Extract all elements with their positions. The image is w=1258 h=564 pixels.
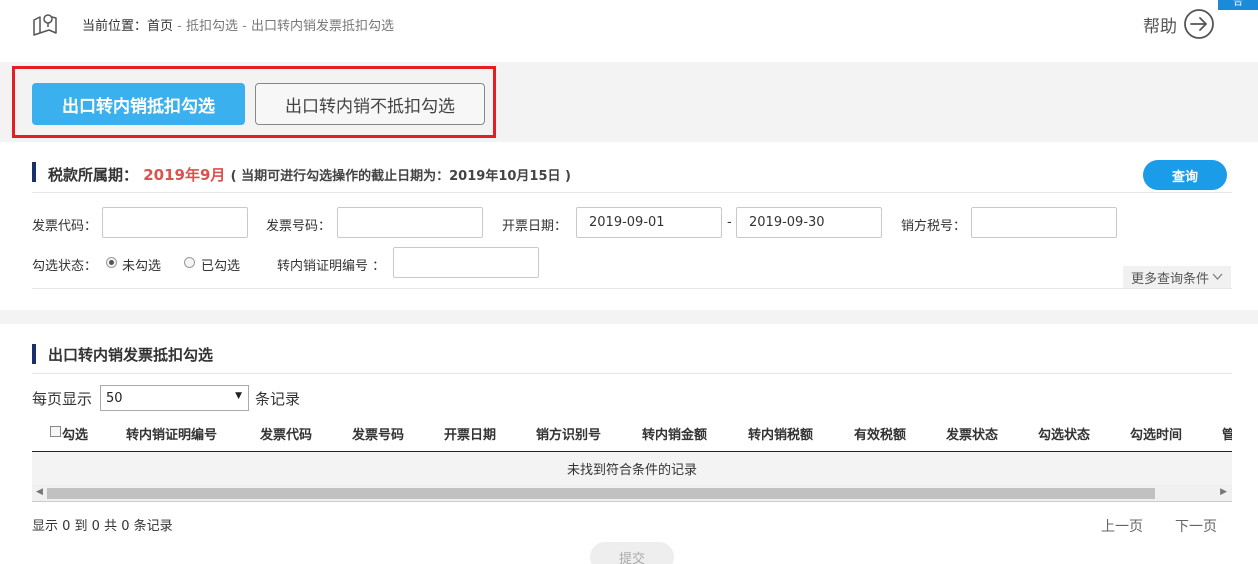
arrow-right-circle-icon: [1184, 9, 1214, 39]
column-header[interactable]: 发票状态: [946, 424, 998, 443]
date-range-dash: -: [727, 215, 732, 230]
help-label: 帮助: [1143, 16, 1177, 37]
tax-period-heading: 税款所属期： 2019年9月 ( 当期可进行勾选操作的截止日期为：2019年10…: [48, 164, 571, 185]
breadcrumb: 当前位置：首页 - 抵扣勾选 - 出口转内销发票抵扣勾选: [82, 15, 394, 34]
divider: [32, 192, 1232, 193]
status-selected-radio[interactable]: [184, 257, 195, 268]
empty-table-row: 未找到符合条件的记录: [32, 452, 1232, 485]
select-all-checkbox[interactable]: [50, 426, 61, 437]
invoice-code-label: 发票代码：: [32, 219, 98, 234]
cert-number-input[interactable]: [393, 247, 539, 278]
tabs-band: 出口转内销抵扣勾选 出口转内销不抵扣勾选: [0, 62, 1258, 142]
submit-button[interactable]: 提交: [590, 542, 674, 564]
chevron-down-icon: [1212, 273, 1223, 280]
column-header[interactable]: 发票代码: [260, 424, 312, 443]
seller-tax-label: 销方税号：: [901, 219, 967, 234]
breadcrumb-separator: -: [173, 19, 186, 34]
section-marker: [32, 344, 36, 364]
column-header[interactable]: 销方识别号: [536, 424, 601, 443]
per-page-select[interactable]: 50 ▼: [100, 385, 249, 411]
status-unselected-label: 未勾选: [122, 259, 162, 274]
column-header[interactable]: 勾选时间: [1130, 424, 1182, 443]
tab-no-deduct-select[interactable]: 出口转内销不抵扣勾选: [255, 83, 485, 125]
table-header: 勾选 转内销证明编号 发票代码 发票号码 开票日期 销方识别号 转内销金额 转内…: [32, 420, 1232, 450]
select-caret-icon: ▼: [235, 391, 242, 401]
results-title: 出口转内销发票抵扣勾选: [48, 346, 214, 364]
corner-tab[interactable]: 合: [1218, 0, 1258, 10]
issue-date-to-input[interactable]: [736, 207, 882, 238]
results-section: 出口转内销发票抵扣勾选 每页显示 50 ▼ 条记录 勾选 转内销证明编号 发票代…: [0, 324, 1258, 564]
scroll-right-icon[interactable]: ▶: [1220, 487, 1227, 497]
map-location-icon: [33, 14, 57, 36]
section-gap: [0, 310, 1258, 324]
next-page-button[interactable]: 下一页: [1175, 516, 1217, 536]
divider: [32, 373, 1232, 374]
seller-tax-input[interactable]: [971, 207, 1117, 238]
breadcrumb-level1[interactable]: 抵扣勾选: [186, 19, 238, 34]
status-selected-label: 已勾选: [201, 259, 241, 274]
scroll-left-icon[interactable]: ◀: [36, 487, 43, 497]
breadcrumb-separator-2: -: [238, 19, 251, 34]
record-info: 显示 0 到 0 共 0 条记录: [32, 519, 173, 534]
section-marker: [32, 162, 36, 182]
cert-number-label: 转内销证明编号 ：: [277, 259, 386, 274]
scrollbar-thumb[interactable]: [47, 488, 1155, 499]
horizontal-scrollbar[interactable]: ◀ ▶: [32, 485, 1232, 502]
per-page-suffix: 条记录: [255, 390, 301, 408]
tax-period-label: 税款所属期：: [48, 166, 139, 184]
query-button[interactable]: 查询: [1143, 160, 1227, 190]
more-conditions-label: 更多查询条件: [1130, 271, 1209, 287]
per-page-prefix: 每页显示: [32, 390, 93, 408]
invoice-code-input[interactable]: [102, 207, 248, 238]
header: 当前位置：首页 - 抵扣勾选 - 出口转内销发票抵扣勾选 帮助 合: [0, 0, 1258, 62]
column-header[interactable]: 转内销金额: [642, 424, 707, 443]
query-section: 税款所属期： 2019年9月 ( 当期可进行勾选操作的截止日期为：2019年10…: [0, 142, 1258, 310]
invoice-number-input[interactable]: [337, 207, 483, 238]
tab-deduct-select[interactable]: 出口转内销抵扣勾选: [32, 83, 245, 125]
issue-date-from-input[interactable]: [576, 207, 722, 238]
breadcrumb-prefix: 当前位置：: [82, 19, 148, 34]
help-button[interactable]: 帮助: [1143, 8, 1215, 40]
issue-date-label: 开票日期：: [502, 219, 568, 234]
column-header[interactable]: 开票日期: [444, 424, 496, 443]
tax-period-note: ( 当期可进行勾选操作的截止日期为：2019年10月15日 ): [230, 169, 571, 184]
per-page-value: 50: [106, 390, 123, 406]
tax-period-value: 2019年9月: [143, 166, 226, 184]
breadcrumb-current: 出口转内销发票抵扣勾选: [250, 19, 394, 34]
column-header: 勾选: [62, 428, 89, 443]
status-unselected-radio[interactable]: [106, 257, 117, 268]
column-header[interactable]: 勾选状态: [1038, 424, 1090, 443]
breadcrumb-home[interactable]: 首页: [147, 19, 173, 34]
column-header[interactable]: 转内销证明编号: [126, 424, 217, 443]
more-conditions-button[interactable]: 更多查询条件: [1123, 266, 1231, 288]
column-header[interactable]: 发票号码: [352, 424, 404, 443]
column-header[interactable]: 管: [1222, 424, 1232, 443]
divider: [32, 288, 1232, 289]
invoice-number-label: 发票号码：: [266, 219, 332, 234]
column-header[interactable]: 转内销税额: [748, 424, 813, 443]
column-header[interactable]: 有效税额: [854, 424, 906, 443]
page: 当前位置：首页 - 抵扣勾选 - 出口转内销发票抵扣勾选 帮助 合 出口转内销抵…: [0, 0, 1258, 564]
select-status-label: 勾选状态：: [32, 259, 98, 274]
prev-page-button[interactable]: 上一页: [1101, 516, 1143, 536]
